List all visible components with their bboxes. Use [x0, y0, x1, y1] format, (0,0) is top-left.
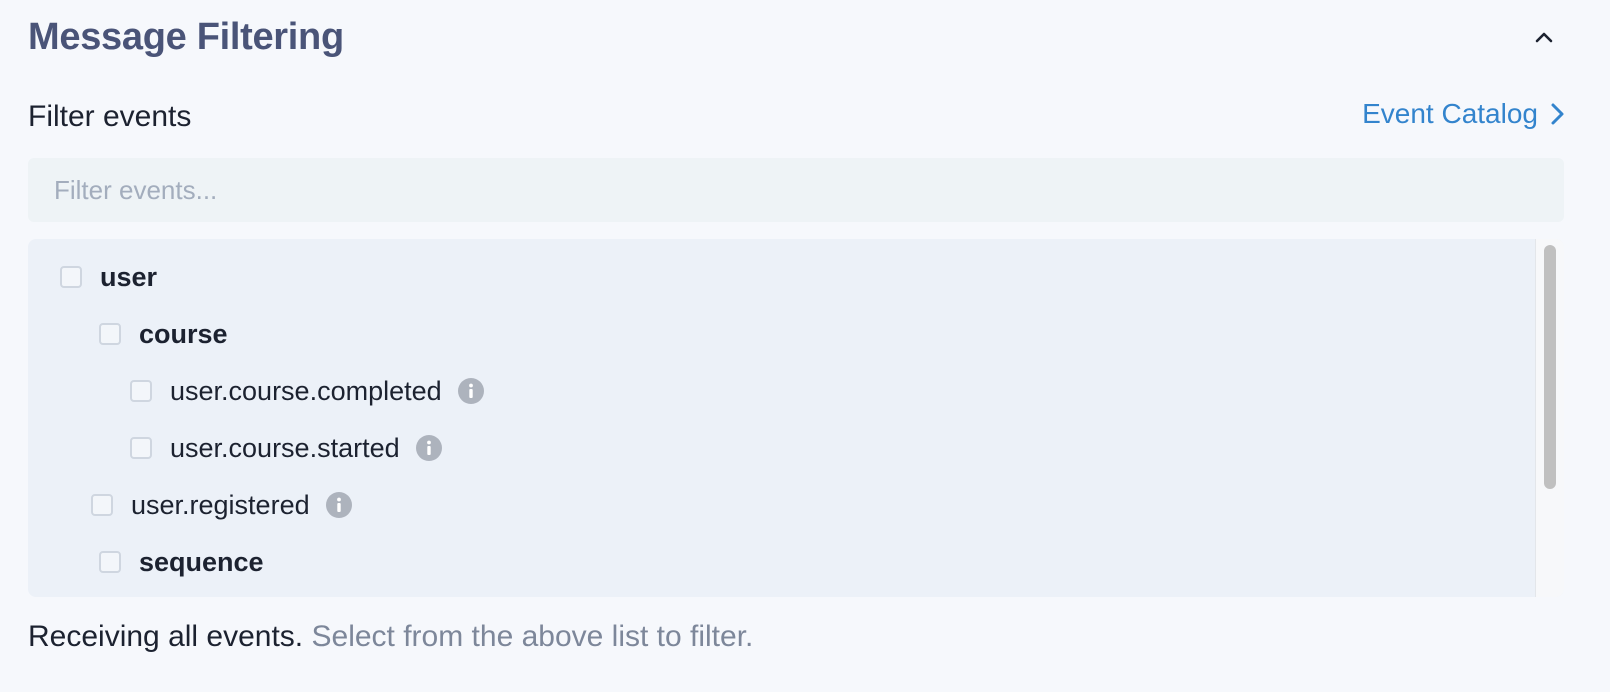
- hint-text: Select from the above list to filter.: [311, 620, 754, 653]
- info-icon[interactable]: [415, 435, 442, 461]
- tree-item-label: course: [139, 318, 228, 349]
- tree-item-user[interactable]: user: [60, 257, 157, 297]
- tree-item-sequence[interactable]: sequence: [99, 542, 264, 582]
- tree-item-label: user.course.started: [170, 432, 400, 463]
- tree-item-user-registered[interactable]: user.registered: [91, 485, 352, 525]
- event-catalog-label: Event Catalog: [1362, 98, 1538, 129]
- tree-item-label: sequence: [139, 546, 264, 577]
- tree-item-label: user.course.completed: [170, 375, 442, 406]
- filter-header: Filter events Event Catalog: [28, 98, 1568, 138]
- filter-events-label: Filter events: [28, 100, 192, 133]
- tree-item-user-course-started[interactable]: user.course.started: [130, 428, 442, 468]
- event-tree: user course user.course.completed user.c…: [28, 239, 1564, 597]
- info-icon[interactable]: [457, 378, 484, 404]
- checkbox[interactable]: [130, 380, 152, 402]
- scrollbar-thumb[interactable]: [1544, 245, 1556, 489]
- info-icon[interactable]: [325, 492, 352, 518]
- chevron-up-icon: [1535, 32, 1553, 43]
- filter-events-input[interactable]: [28, 158, 1564, 222]
- tree-item-user-course-completed[interactable]: user.course.completed: [130, 371, 484, 411]
- event-catalog-link[interactable]: Event Catalog: [1362, 98, 1568, 130]
- checkbox[interactable]: [60, 266, 82, 288]
- checkbox[interactable]: [91, 494, 113, 516]
- tree-item-label: user: [100, 261, 158, 292]
- filter-status: Receiving all events. Select from the ab…: [28, 620, 753, 654]
- collapse-button[interactable]: [1526, 20, 1562, 56]
- tree-item-course[interactable]: course: [99, 314, 228, 354]
- message-filtering-section: Message Filtering Filter events Event Ca…: [0, 0, 1610, 692]
- scrollbar[interactable]: [1535, 239, 1564, 597]
- status-text: Receiving all events.: [28, 620, 304, 653]
- chevron-right-icon: [1551, 103, 1564, 125]
- section-header: Message Filtering: [28, 14, 1568, 64]
- checkbox[interactable]: [130, 437, 152, 459]
- section-title: Message Filtering: [28, 16, 344, 58]
- tree-item-label: user.registered: [131, 489, 310, 520]
- checkbox[interactable]: [99, 323, 121, 345]
- checkbox[interactable]: [99, 551, 121, 573]
